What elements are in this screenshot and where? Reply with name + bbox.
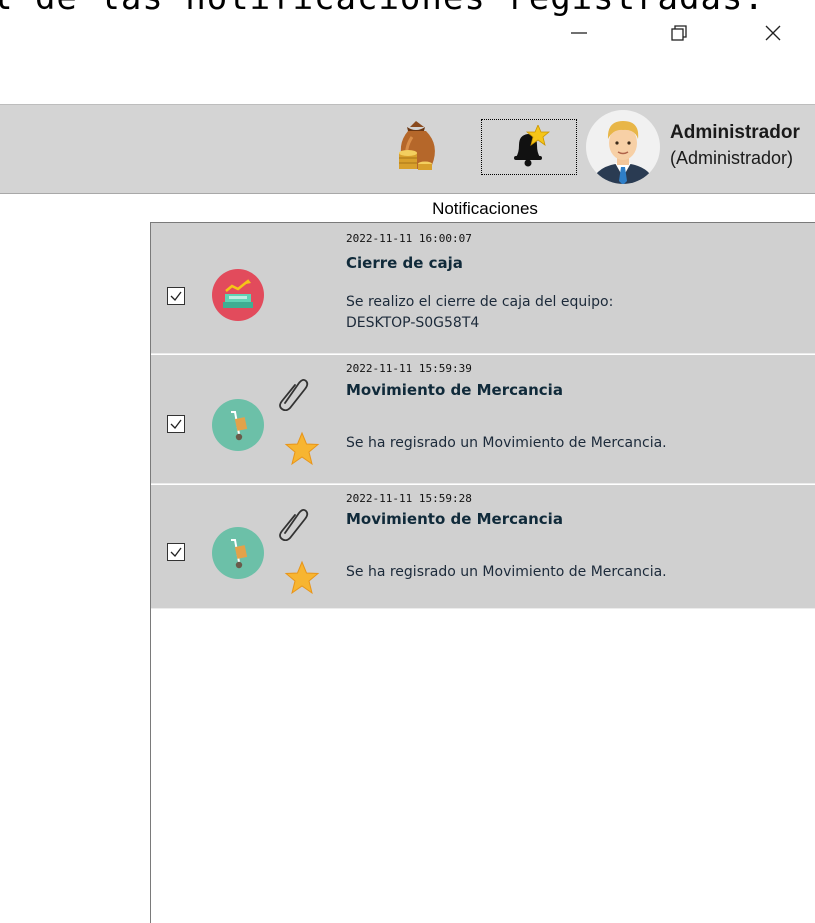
notifications-panel: 2022-11-11 16:00:07 Cierre de caja Se re…	[150, 222, 815, 923]
minimize-button[interactable]	[556, 18, 602, 48]
checkmark-icon	[170, 419, 182, 429]
hand-truck-icon	[212, 527, 264, 579]
notification-body: Se ha regisrado un Movimiento de Mercanc…	[346, 433, 815, 454]
panel-title: Notificaciones	[432, 199, 538, 218]
user-role: (Administrador)	[670, 148, 794, 168]
star-icon[interactable]	[284, 560, 320, 596]
notification-body-line: Se realizo el cierre de caja del equipo:	[346, 294, 614, 310]
close-button[interactable]	[750, 18, 796, 48]
notification-item[interactable]: 2022-11-11 16:00:07 Cierre de caja Se re…	[151, 223, 815, 354]
header-text: l de las notificaciones registradas.	[0, 0, 765, 18]
hand-truck-icon	[212, 399, 264, 451]
bell-star-icon	[514, 125, 550, 167]
notification-title: Movimiento de Mercancia	[346, 510, 563, 528]
toolbar: Administrador (Administrador)	[0, 104, 815, 194]
close-icon	[765, 25, 781, 41]
notification-checkbox[interactable]	[167, 287, 185, 305]
notification-title: Movimiento de Mercancia	[346, 381, 563, 399]
notification-timestamp: 2022-11-11 15:59:39	[346, 362, 472, 375]
notification-body-line: Se ha regisrado un Movimiento de Mercanc…	[346, 564, 667, 580]
notification-timestamp: 2022-11-11 15:59:28	[346, 492, 472, 505]
notifications-button[interactable]	[481, 119, 577, 175]
paperclip-icon[interactable]	[275, 505, 309, 541]
restore-icon	[671, 25, 687, 41]
money-bag-icon[interactable]	[394, 117, 440, 177]
restore-button[interactable]	[656, 18, 702, 48]
star-icon[interactable]	[284, 431, 320, 467]
checkmark-icon	[170, 291, 182, 301]
cash-register-icon	[212, 269, 264, 321]
notification-body: Se realizo el cierre de caja del equipo:…	[346, 292, 815, 334]
notification-body: Se ha regisrado un Movimiento de Mercanc…	[346, 562, 815, 583]
user-name: Administrador	[670, 122, 800, 143]
checkmark-icon	[170, 547, 182, 557]
paperclip-icon[interactable]	[275, 375, 309, 411]
notification-item[interactable]: 2022-11-11 15:59:28 Movimiento de Mercan…	[151, 485, 815, 609]
minimize-icon	[571, 32, 587, 34]
notification-body-line: Se ha regisrado un Movimiento de Mercanc…	[346, 435, 667, 451]
notification-checkbox[interactable]	[167, 543, 185, 561]
notification-body-line: DESKTOP-S0G58T4	[346, 315, 480, 331]
notification-title: Cierre de caja	[346, 254, 463, 272]
notification-timestamp: 2022-11-11 16:00:07	[346, 232, 472, 245]
notification-item[interactable]: 2022-11-11 15:59:39 Movimiento de Mercan…	[151, 355, 815, 484]
user-avatar-icon[interactable]	[585, 109, 661, 185]
notification-checkbox[interactable]	[167, 415, 185, 433]
